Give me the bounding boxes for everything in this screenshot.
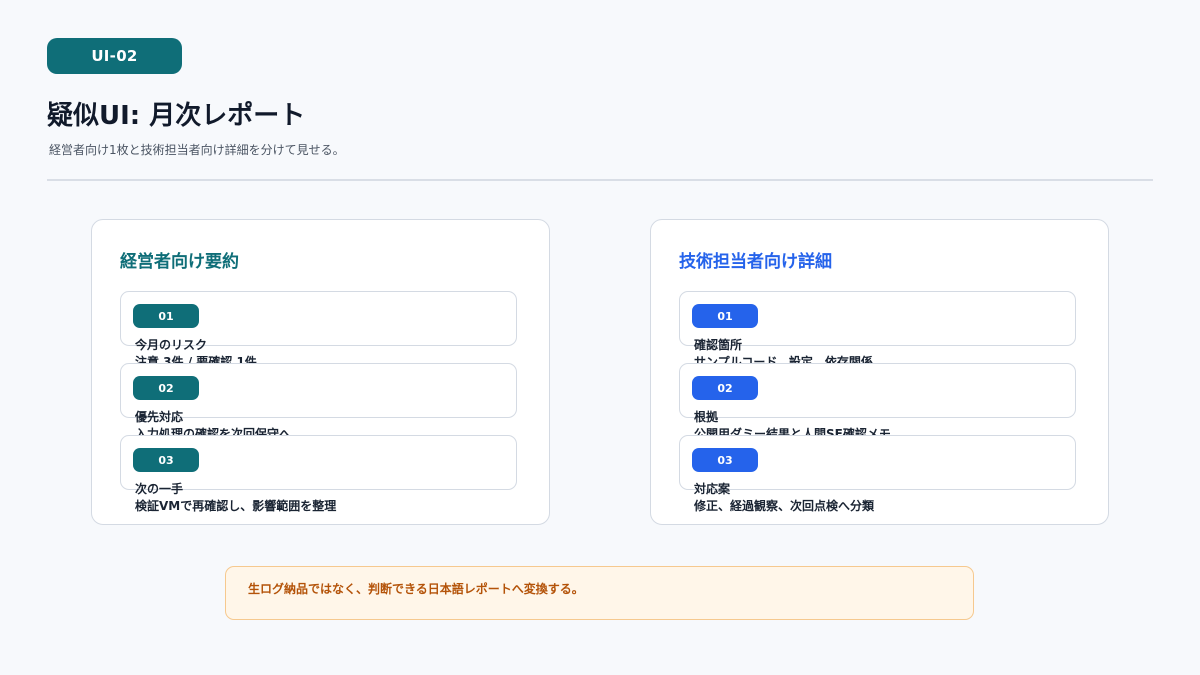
item-label: 優先対応	[135, 410, 184, 424]
executive-item[interactable]: 03 次の一手 検証VMで再確認し、影響範囲を整理	[120, 435, 517, 513]
item-number-badge: 02	[692, 376, 758, 400]
item-number-badge: 01	[692, 304, 758, 328]
item-number-badge: 03	[133, 448, 199, 472]
item-number-badge: 02	[133, 376, 199, 400]
page-subtitle: 経営者向け1枚と技術担当者向け詳細を分けて見せる。	[49, 143, 345, 157]
executive-item[interactable]: 01 今月のリスク 注意 3件 / 要確認 1件	[120, 291, 517, 369]
item-label: 対応案	[694, 482, 731, 496]
item-number-badge: 01	[133, 304, 199, 328]
technical-detail-panel: 技術担当者向け詳細 01 確認箇所 サンプルコード、設定、依存関係 02 根拠 …	[650, 219, 1109, 525]
item-label: 確認箇所	[694, 338, 743, 352]
technical-item[interactable]: 01 確認箇所 サンプルコード、設定、依存関係	[679, 291, 1076, 369]
screen-id-badge: UI-02	[47, 38, 182, 74]
executive-panel-title: 経営者向け要約	[120, 252, 239, 272]
executive-summary-panel: 経営者向け要約 01 今月のリスク 注意 3件 / 要確認 1件 02 優先対応…	[91, 219, 550, 525]
callout-note-text: 生ログ納品ではなく、判断できる日本語レポートへ変換する。	[248, 582, 584, 596]
item-label: 次の一手	[135, 482, 184, 496]
item-label: 根拠	[694, 410, 719, 424]
technical-item[interactable]: 03 対応案 修正、経過観察、次回点検へ分類	[679, 435, 1076, 513]
callout-note: 生ログ納品ではなく、判断できる日本語レポートへ変換する。	[225, 566, 974, 620]
slide: UI-02 疑似UI: 月次レポート 経営者向け1枚と技術担当者向け詳細を分けて…	[0, 0, 1200, 675]
executive-item[interactable]: 02 優先対応 入力処理の確認を次回保守へ	[120, 363, 517, 441]
item-label: 今月のリスク	[135, 338, 208, 352]
item-number-badge: 03	[692, 448, 758, 472]
technical-panel-title: 技術担当者向け詳細	[679, 252, 832, 272]
header-divider	[47, 179, 1153, 181]
item-description: 修正、経過観察、次回点検へ分類	[694, 499, 875, 513]
item-description: 検証VMで再確認し、影響範囲を整理	[135, 499, 337, 513]
page-title: 疑似UI: 月次レポート	[47, 101, 306, 131]
technical-item[interactable]: 02 根拠 公開用ダミー結果と人間SE確認メモ	[679, 363, 1076, 441]
